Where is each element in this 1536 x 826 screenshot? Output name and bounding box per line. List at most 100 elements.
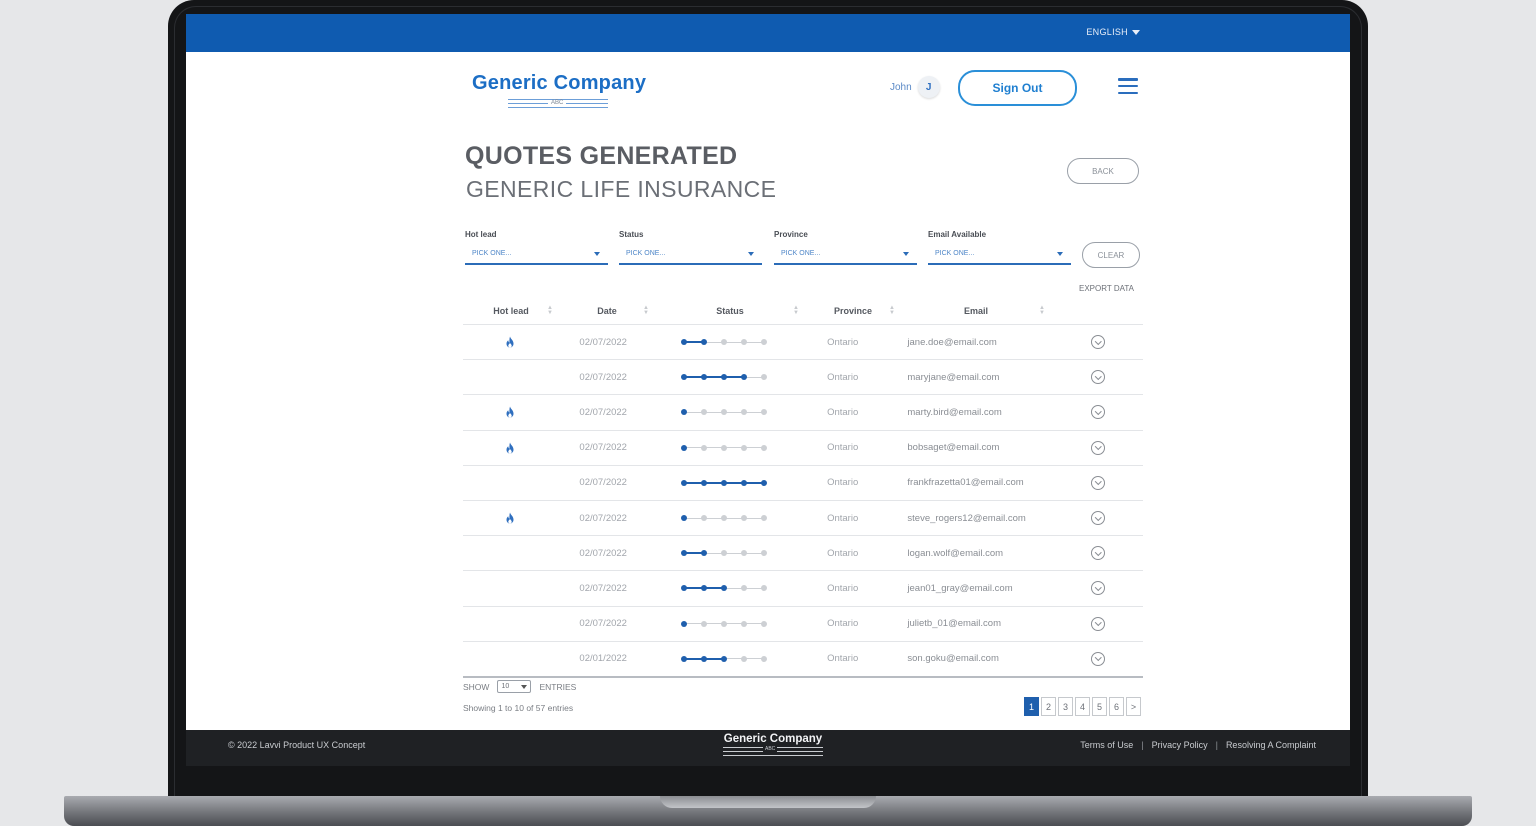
email-cell: bobsaget@email.com bbox=[907, 442, 1000, 454]
status-step-dot bbox=[680, 479, 687, 486]
email-cell: marty.bird@email.com bbox=[907, 406, 1002, 418]
status-step-dot bbox=[720, 585, 727, 592]
status-step-dot bbox=[680, 585, 687, 592]
page-button-3[interactable]: 3 bbox=[1058, 697, 1073, 716]
status-step-dot bbox=[760, 550, 767, 557]
language-selector[interactable]: ENGLISH bbox=[1086, 27, 1140, 37]
page-button-6[interactable]: 6 bbox=[1109, 697, 1124, 716]
status-cell bbox=[650, 514, 796, 522]
status-select[interactable]: PICK ONE... bbox=[619, 250, 762, 265]
status-step-dot bbox=[740, 585, 747, 592]
email-cell: julietb_01@email.com bbox=[907, 618, 1001, 630]
chevron-down-icon[interactable] bbox=[1091, 546, 1106, 561]
table-row[interactable]: 02/07/2022 Ontario bobsaget@email.com bbox=[463, 431, 1143, 466]
column-header-hot-lead[interactable]: Hot lead ▲ ▼ bbox=[463, 305, 559, 316]
complaint-link[interactable]: Resolving A Complaint bbox=[1226, 740, 1316, 750]
back-button[interactable]: BACK bbox=[1067, 158, 1139, 184]
status-step-dot bbox=[720, 374, 727, 381]
date-cell: 02/07/2022 bbox=[579, 371, 627, 383]
hot-lead-select[interactable]: PICK ONE... bbox=[465, 250, 608, 265]
column-header-province[interactable]: Province ▲ ▼ bbox=[805, 305, 901, 316]
filter-email-available: Email Available PICK ONE... bbox=[928, 230, 1071, 265]
select-value: PICK ONE... bbox=[935, 250, 975, 257]
top-bar: ENGLISH bbox=[186, 14, 1350, 52]
status-step-dot bbox=[680, 409, 687, 416]
language-label: ENGLISH bbox=[1086, 27, 1128, 37]
page-button-5[interactable]: 5 bbox=[1092, 697, 1107, 716]
table-row[interactable]: 02/07/2022 Ontario steve_rogers12@email.co… bbox=[463, 501, 1143, 537]
table-row[interactable]: 02/07/2022 Ontario jean01_gray@email.com bbox=[463, 571, 1143, 607]
column-header-status[interactable]: Status ▲ ▼ bbox=[655, 305, 805, 316]
footer-logo[interactable]: Generic Company ABC bbox=[721, 733, 825, 757]
entries-summary: Showing 1 to 10 of 57 entries bbox=[463, 703, 574, 713]
province-select[interactable]: PICK ONE... bbox=[774, 250, 917, 265]
chevron-down-icon[interactable] bbox=[1091, 651, 1106, 666]
chevron-down-icon[interactable] bbox=[1091, 581, 1106, 596]
sign-out-button[interactable]: Sign Out bbox=[958, 70, 1077, 106]
hot-lead-cell bbox=[463, 442, 556, 454]
logo-sub: ABC bbox=[548, 100, 567, 106]
hamburger-menu-icon[interactable] bbox=[1118, 78, 1138, 94]
caret-down-icon bbox=[903, 251, 909, 256]
page-button-4[interactable]: 4 bbox=[1075, 697, 1090, 716]
chevron-down-icon[interactable] bbox=[1091, 475, 1106, 490]
table-row[interactable]: 02/01/2022 Ontario son.goku@email.com bbox=[463, 642, 1143, 678]
chevron-down-icon[interactable] bbox=[1091, 335, 1106, 350]
filter-label: Province bbox=[774, 230, 808, 239]
status-step-dot bbox=[740, 374, 747, 381]
status-progress bbox=[680, 338, 767, 346]
page-button-2[interactable]: 2 bbox=[1041, 697, 1056, 716]
email-cell: maryjane@email.com bbox=[907, 371, 1000, 383]
table-row[interactable]: 02/07/2022 Ontario maryjane@email.com bbox=[463, 360, 1143, 396]
filter-status: Status PICK ONE... bbox=[619, 230, 762, 265]
filter-hot-lead: Hot lead PICK ONE... bbox=[465, 230, 608, 265]
column-header-email[interactable]: Email ▲ ▼ bbox=[901, 305, 1051, 316]
chevron-down-icon[interactable] bbox=[1091, 370, 1106, 385]
status-progress bbox=[680, 655, 767, 663]
chevron-down-icon[interactable] bbox=[1091, 405, 1106, 420]
status-step-dot bbox=[760, 479, 767, 486]
email-available-select[interactable]: PICK ONE... bbox=[928, 250, 1071, 265]
table-body: 02/07/2022 Ontario jane.doe@email.com 02/07… bbox=[463, 325, 1143, 678]
province-cell: Ontario bbox=[827, 442, 859, 454]
privacy-link[interactable]: Privacy Policy bbox=[1152, 740, 1208, 750]
status-progress bbox=[680, 584, 767, 592]
status-step-dot bbox=[700, 585, 707, 592]
chevron-down-icon[interactable] bbox=[1091, 511, 1106, 526]
sort-icon: ▲ ▼ bbox=[793, 305, 799, 316]
table-row[interactable]: 02/07/2022 Ontario logan.wolf@email.com bbox=[463, 536, 1143, 572]
next-page-button[interactable]: > bbox=[1126, 697, 1141, 716]
hot-lead-cell bbox=[463, 336, 556, 348]
table-row[interactable]: 02/07/2022 Ontario marty.bird@email.com bbox=[463, 395, 1143, 431]
export-data-link[interactable]: EXPORT DATA bbox=[1079, 284, 1134, 293]
email-cell: son.goku@email.com bbox=[907, 653, 999, 665]
filter-label: Status bbox=[619, 230, 644, 239]
company-logo[interactable]: Generic Company ABC bbox=[472, 72, 652, 111]
table-row[interactable]: 02/07/2022 Ontario frankfrazetta01@email.c… bbox=[463, 466, 1143, 501]
terms-link[interactable]: Terms of Use bbox=[1080, 740, 1133, 750]
status-step-dot bbox=[740, 620, 747, 627]
page-button-1[interactable]: 1 bbox=[1024, 697, 1039, 716]
table-row[interactable]: 02/07/2022 Ontario jane.doe@email.com bbox=[463, 325, 1143, 361]
caret-down-icon bbox=[1132, 29, 1140, 35]
status-progress bbox=[680, 373, 767, 381]
page-subtitle: GENERIC LIFE INSURANCE bbox=[466, 176, 777, 202]
status-cell bbox=[650, 479, 796, 487]
clear-filters-button[interactable]: CLEAR bbox=[1082, 242, 1140, 268]
status-step-dot bbox=[740, 655, 747, 662]
column-header-date[interactable]: Date ▲ ▼ bbox=[559, 305, 655, 316]
date-cell: 02/07/2022 bbox=[579, 477, 627, 489]
status-cell bbox=[650, 338, 796, 346]
status-step-dot bbox=[740, 515, 747, 522]
status-step-dot bbox=[700, 620, 707, 627]
quotes-table: Hot lead ▲ ▼ Date ▲ ▼ Status ▲ ▼ Province ▲ ▼ Em… bbox=[463, 298, 1143, 678]
province-cell: Ontario bbox=[827, 371, 859, 383]
date-cell: 02/07/2022 bbox=[579, 512, 627, 524]
user-menu[interactable]: John J bbox=[890, 76, 940, 98]
table-row[interactable]: 02/07/2022 Ontario julietb_01@email.com bbox=[463, 607, 1143, 642]
status-step-dot bbox=[760, 339, 767, 346]
entries-count-select[interactable]: 10 bbox=[497, 680, 532, 693]
province-cell: Ontario bbox=[827, 618, 859, 630]
chevron-down-icon[interactable] bbox=[1091, 440, 1106, 455]
chevron-down-icon[interactable] bbox=[1091, 616, 1106, 631]
